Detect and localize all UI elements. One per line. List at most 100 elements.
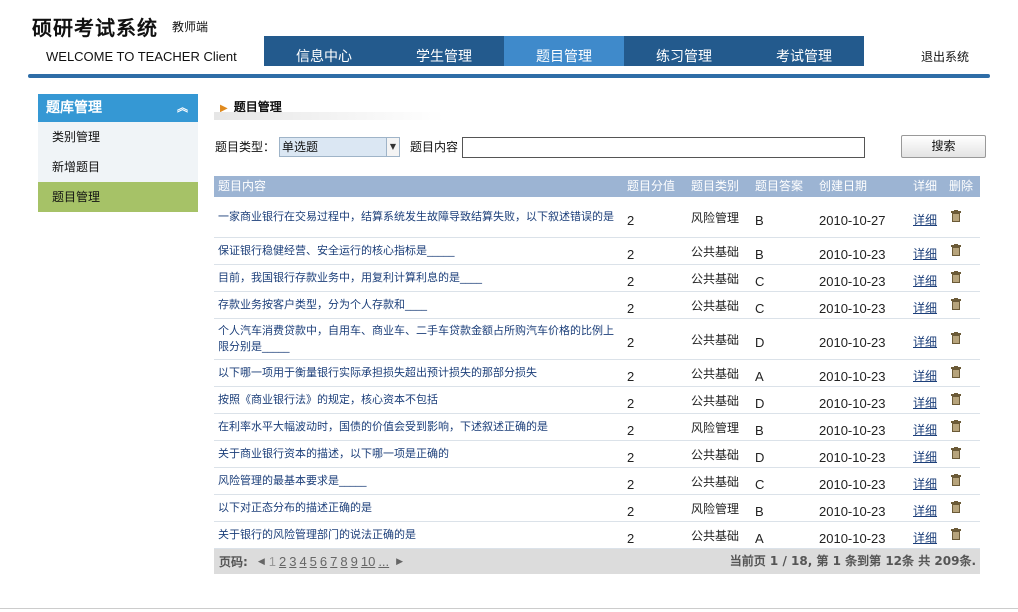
question-content-input[interactable] xyxy=(462,137,865,158)
sidebar-item-add-question[interactable]: 新增题目 xyxy=(38,152,198,182)
cell-content: 以下对正态分布的描述正确的是 xyxy=(218,501,372,514)
detail-link[interactable]: 详细 xyxy=(909,363,945,384)
trash-icon[interactable] xyxy=(951,243,961,256)
col-header-detail: 详细 xyxy=(913,179,938,193)
pager-label: 页码: xyxy=(219,555,248,569)
table-row: 按照《商业银行法》的规定，核心资本不包括 2 公共基础 D 2010-10-23 详细 xyxy=(214,387,980,414)
table-row: 个人汽车消费贷款中，自用车、商业车、二手车贷款金额占所购汽车价格的比例上限分别是… xyxy=(214,319,980,360)
cell-content: 关于商业银行资本的描述，以下哪一项是正确的 xyxy=(218,447,449,460)
cell-content: 目前，我国银行存款业务中，用复利计算利息的是____ xyxy=(218,271,482,284)
prev-page-icon[interactable]: ◀ xyxy=(258,557,265,567)
cell-content: 关于银行的风险管理部门的说法正确的是 xyxy=(218,528,416,541)
cell-score: 2 xyxy=(627,503,635,519)
table-header: 题目内容 题目分值 题目类别 题目答案 创建日期 详细 删除 xyxy=(214,176,980,197)
page-link[interactable]: 9 xyxy=(351,554,358,569)
question-type-select[interactable]: 单选题 ▼ xyxy=(279,137,400,157)
trash-icon[interactable] xyxy=(951,331,961,344)
nav-exam-management[interactable]: 考试管理 xyxy=(744,36,864,66)
page-link[interactable]: 6 xyxy=(320,554,327,569)
cell-delete xyxy=(945,392,980,408)
detail-link[interactable]: 详细 xyxy=(909,329,945,350)
trash-icon[interactable] xyxy=(951,419,961,432)
cell-delete xyxy=(945,419,980,435)
cell-category: 风险管理 xyxy=(691,210,740,225)
col-header-score: 题目分值 xyxy=(627,179,676,193)
cell-content: 存款业务按客户类型，分为个人存款和____ xyxy=(218,298,427,311)
next-page-icon[interactable]: ▶ xyxy=(396,557,403,567)
app-title: 硕研考试系统 xyxy=(32,16,158,40)
cell-delete xyxy=(945,243,980,259)
cell-category: 公共基础 xyxy=(691,447,740,462)
cell-content: 风险管理的最基本要求是_____ xyxy=(218,474,367,487)
detail-link[interactable]: 详细 xyxy=(909,241,945,262)
welcome-text: WELCOME TO TEACHER Client xyxy=(46,49,237,64)
cell-date: 2010-10-23 xyxy=(819,273,886,289)
cell-category: 公共基础 xyxy=(691,528,740,543)
table-row: 以下哪一项用于衡量银行实际承担损失超出预计损失的那部分损失 2 公共基础 A 2010-… xyxy=(214,360,980,387)
pager-info: 当前页 1 / 18, 第 1 条到第 12条 共 209条. xyxy=(729,554,976,568)
detail-link[interactable]: 详细 xyxy=(909,525,945,546)
table-row: 一家商业银行在交易过程中，结算系统发生故障导致结算失败，以下叙述错误的是 2 风险管… xyxy=(214,197,980,238)
cell-answer: B xyxy=(755,422,764,438)
detail-link[interactable]: 详细 xyxy=(909,417,945,438)
table-row: 关于商业银行资本的描述，以下哪一项是正确的 2 公共基础 D 2010-10-23 详细 xyxy=(214,441,980,468)
search-button[interactable]: 搜索 xyxy=(901,135,986,158)
question-type-value: 单选题 xyxy=(282,140,319,154)
page-link[interactable]: 3 xyxy=(289,554,296,569)
detail-link[interactable]: 详细 xyxy=(909,390,945,411)
cell-answer: B xyxy=(755,246,764,262)
trash-icon[interactable] xyxy=(951,365,961,378)
detail-link[interactable]: 详细 xyxy=(909,207,945,228)
col-header-answer: 题目答案 xyxy=(755,179,804,193)
logout-link[interactable]: 退出系统 xyxy=(921,48,969,65)
table-row: 以下对正态分布的描述正确的是 2 风险管理 B 2010-10-23 详细 xyxy=(214,495,980,522)
cell-answer: D xyxy=(755,395,765,411)
page-link[interactable]: 10 xyxy=(361,554,375,569)
trash-icon[interactable] xyxy=(951,209,961,222)
chevron-down-icon[interactable]: ▼ xyxy=(386,138,399,156)
nav-question-management[interactable]: 题目管理 xyxy=(504,36,624,66)
table-row: 在利率水平大幅波动时，国债的价值会受到影响，下述叙述正确的是 2 风险管理 B 2010… xyxy=(214,414,980,441)
nav-student-management[interactable]: 学生管理 xyxy=(384,36,504,66)
page-link[interactable]: 7 xyxy=(330,554,337,569)
trash-icon[interactable] xyxy=(951,500,961,513)
trash-icon[interactable] xyxy=(951,473,961,486)
cell-score: 2 xyxy=(627,246,635,262)
trash-icon[interactable] xyxy=(951,527,961,540)
table-body: 一家商业银行在交易过程中，结算系统发生故障导致结算失败，以下叙述错误的是 2 风险管… xyxy=(214,197,980,549)
col-header-date: 创建日期 xyxy=(819,179,868,193)
cell-delete xyxy=(945,270,980,286)
cell-delete xyxy=(945,297,980,313)
trash-icon[interactable] xyxy=(951,270,961,283)
detail-link[interactable]: 详细 xyxy=(909,471,945,492)
cell-date: 2010-10-23 xyxy=(819,395,886,411)
cell-score: 2 xyxy=(627,212,635,228)
cell-content: 以下哪一项用于衡量银行实际承担损失超出预计损失的那部分损失 xyxy=(218,366,537,379)
page-link[interactable]: 8 xyxy=(340,554,347,569)
cell-delete xyxy=(945,446,980,462)
detail-link[interactable]: 详细 xyxy=(909,444,945,465)
detail-link[interactable]: 详细 xyxy=(909,498,945,519)
nav-info-center[interactable]: 信息中心 xyxy=(264,36,384,66)
cell-date: 2010-10-23 xyxy=(819,449,886,465)
cell-score: 2 xyxy=(627,300,635,316)
table-row: 风险管理的最基本要求是_____ 2 公共基础 C 2010-10-23 详细 xyxy=(214,468,980,495)
cell-score: 2 xyxy=(627,530,635,546)
sidebar-header: 题库管理 ︽ xyxy=(38,94,198,122)
cell-delete xyxy=(945,209,980,225)
page-link[interactable]: ... xyxy=(378,554,389,569)
page-link[interactable]: 4 xyxy=(299,554,306,569)
detail-link[interactable]: 详细 xyxy=(909,268,945,289)
sidebar-item-question-management[interactable]: 题目管理 xyxy=(38,182,198,212)
sidebar-item-category-management[interactable]: 类别管理 xyxy=(38,122,198,152)
page-link[interactable]: 5 xyxy=(310,554,317,569)
page-link[interactable]: 2 xyxy=(279,554,286,569)
cell-answer: B xyxy=(755,503,764,519)
nav-practice-management[interactable]: 练习管理 xyxy=(624,36,744,66)
detail-link[interactable]: 详细 xyxy=(909,295,945,316)
cell-answer: A xyxy=(755,368,764,384)
collapse-icon[interactable]: ︽ xyxy=(177,94,188,122)
trash-icon[interactable] xyxy=(951,446,961,459)
trash-icon[interactable] xyxy=(951,392,961,405)
trash-icon[interactable] xyxy=(951,297,961,310)
